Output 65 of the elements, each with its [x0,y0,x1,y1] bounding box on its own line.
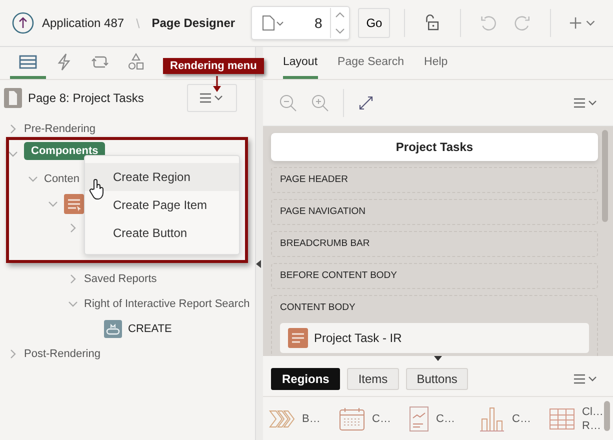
callout-label: Rendering menu [163,58,264,74]
tree-node[interactable]: Saved Reports [84,272,157,284]
tree-node[interactable]: Components [24,142,106,160]
menu-item[interactable]: Create Page Item [85,191,239,219]
region-position-label: PAGE NAVIGATION [280,205,367,219]
expand-chevron-icon[interactable] [8,348,18,358]
region-card[interactable]: Project Task - IR [280,323,589,353]
callout-arrow [213,76,221,92]
collapse-chevron-icon[interactable] [8,148,18,158]
region-type-label: C… [512,412,531,426]
region-position-label: CONTENT BODY [280,301,356,315]
scrollbar-thumb[interactable] [604,401,610,431]
hand-cursor-icon [89,178,105,200]
region-type-label: R… [582,418,602,432]
page-title: Page 8: Project Tasks [28,91,145,105]
tree-node[interactable]: Post-Rendering [24,348,100,360]
page-selector-field[interactable]: 8 [251,6,350,40]
gallery-tab[interactable]: Buttons [406,368,468,390]
region-type-label: C… [372,412,391,426]
rendering-tree-icon [19,54,37,70]
rendering-menu-button[interactable] [187,84,237,112]
tree-node[interactable]: Conten [44,172,80,184]
scrollbar-thumb[interactable] [602,130,608,222]
expand-chevron-icon[interactable] [8,124,18,134]
redo-icon[interactable] [513,13,532,33]
region-type-label: C… [436,412,455,426]
button-component-icon [104,320,122,338]
menu-item[interactable]: Create Button [85,219,239,247]
expand-chevron-icon[interactable] [68,274,78,284]
bar-chart-icon[interactable] [479,406,505,432]
region-position-label: BEFORE CONTENT BODY [280,269,398,283]
region-type-label: B… [302,412,320,426]
breadcrumb-separator: \ [136,16,140,30]
shapes-icon [127,52,145,70]
expand-chevron-icon[interactable] [68,223,78,233]
tree-node[interactable]: CREATE [128,322,172,334]
page-icon [4,88,22,108]
undo-icon[interactable] [478,13,498,33]
menu-icon [199,92,225,104]
menu-icon [573,96,599,108]
panel-tab[interactable]: Layout [283,47,318,79]
zoom-out-icon[interactable] [279,94,297,112]
region-position-label: BREADCRUMB BAR [280,237,371,251]
card-icon[interactable] [409,406,429,432]
zoom-in-icon[interactable] [311,94,329,112]
report-region-icon [288,328,308,348]
calendar-icon[interactable] [339,406,365,432]
tree-node[interactable]: Pre-Rendering [24,122,96,134]
region-position-label: PAGE HEADER [280,173,349,187]
tree-node[interactable]: Right of Interactive Report Search [84,298,250,310]
gallery-tab[interactable]: Regions [271,368,340,390]
page-icon[interactable] [260,15,286,31]
application-link[interactable]: Application 487 [42,16,124,30]
go-button[interactable]: Go [358,8,390,38]
expand-icon[interactable] [358,94,374,110]
menu-item[interactable]: Create Region [85,163,239,191]
panel-tab[interactable]: Help [424,47,448,79]
gallery-tab[interactable]: Items [347,368,399,390]
page-designer-title: Page Designer [152,16,236,30]
panel-tab[interactable]: Page Search [338,47,404,79]
table-icon[interactable] [549,406,575,432]
region-type-label: Cl… [582,404,604,418]
page-title-card: Project Tasks [271,133,598,161]
menu-icon [573,373,599,385]
lightning-icon [55,52,73,70]
